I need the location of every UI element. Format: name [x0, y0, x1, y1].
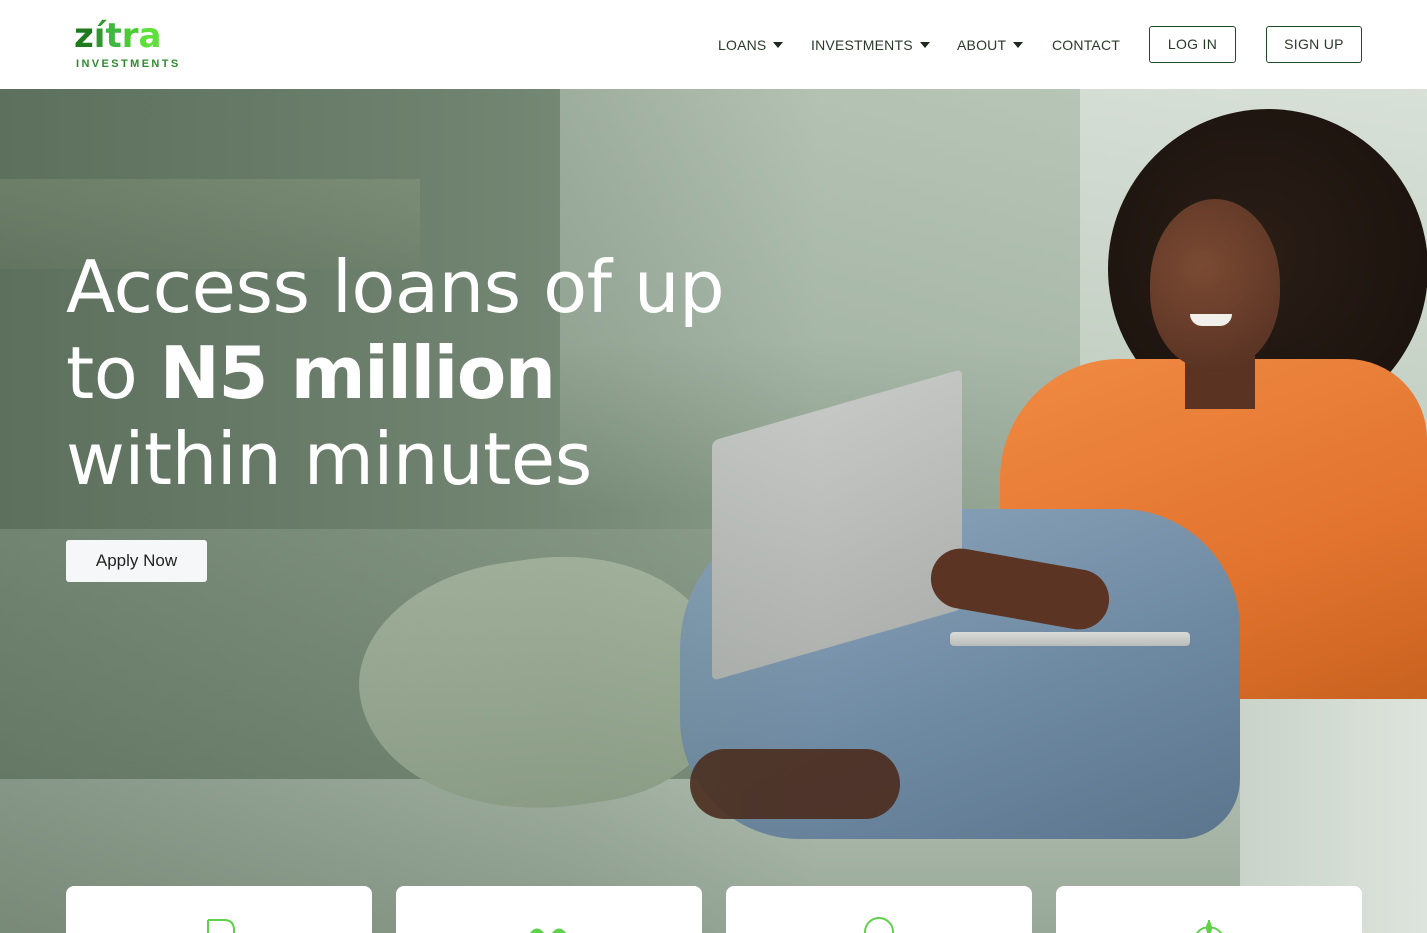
document-icon	[207, 919, 235, 933]
person-icon	[864, 917, 894, 933]
hero-person-smile	[1190, 314, 1232, 326]
hero-headline: Access loans of up to N5 million within …	[66, 244, 826, 502]
login-button[interactable]: LOG IN	[1149, 26, 1236, 63]
headline-prefix: to	[66, 331, 160, 415]
signup-button[interactable]: SIGN UP	[1266, 26, 1362, 63]
nav-item-about[interactable]: ABOUT	[957, 26, 1024, 64]
headline-line-2: to N5 million	[66, 330, 826, 416]
hero-overlay	[0, 89, 820, 933]
headline-line-1: Access loans of up	[66, 245, 725, 329]
caret-down-icon	[1013, 42, 1024, 48]
nav-item-investments[interactable]: INVESTMENTS	[811, 26, 930, 64]
nav-item-label: INVESTMENTS	[811, 37, 913, 53]
feature-card-1[interactable]	[66, 886, 372, 933]
headline-line-3: within minutes	[66, 417, 592, 501]
nav-item-label: ABOUT	[957, 37, 1007, 53]
hero-section: Access loans of up to N5 million within …	[0, 89, 1427, 933]
nav-item-contact[interactable]: CONTACT	[1052, 26, 1120, 64]
feature-card-3[interactable]	[726, 886, 1032, 933]
headline-amount: N5 million	[159, 331, 556, 415]
apply-now-button[interactable]: Apply Now	[66, 540, 207, 582]
plant-icon	[1195, 920, 1223, 933]
main-nav: LOANS INVESTMENTS ABOUT CONTACT LOG IN S…	[0, 26, 1427, 64]
hero-laptop-base	[950, 632, 1190, 646]
caret-down-icon	[919, 42, 930, 48]
caret-down-icon	[773, 42, 784, 48]
nav-item-label: CONTACT	[1052, 37, 1121, 53]
feature-card-4[interactable]	[1056, 886, 1362, 933]
handshake-icon	[530, 928, 566, 933]
nav-item-loans[interactable]: LOANS	[718, 26, 784, 64]
nav-item-label: LOANS	[718, 37, 767, 53]
site-header: zítra INVESTMENTS LOANS INVESTMENTS ABOU…	[0, 0, 1427, 89]
feature-card-2[interactable]	[396, 886, 702, 933]
hero-person-face	[1150, 199, 1280, 369]
